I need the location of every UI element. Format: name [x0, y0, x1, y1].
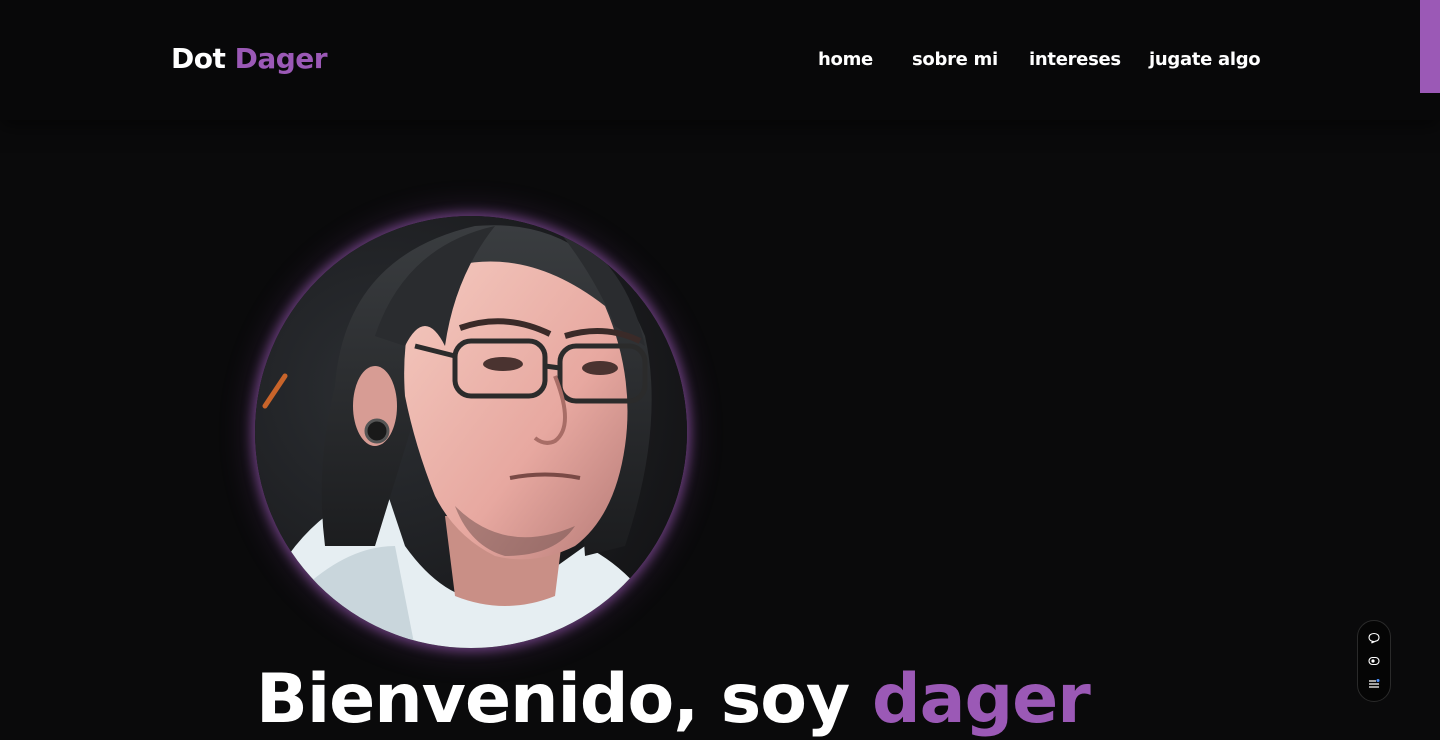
nav-home[interactable]: home: [818, 48, 873, 72]
nav-sobre-mi[interactable]: sobre mi: [912, 48, 998, 72]
eye-icon[interactable]: [1366, 653, 1382, 669]
hero-title-prefix: Bienvenido, soy: [256, 660, 850, 739]
nav-intereses[interactable]: intereses: [1029, 48, 1121, 72]
floating-toolbar: [1357, 620, 1391, 702]
chat-bubble-icon[interactable]: [1366, 630, 1382, 646]
nav-jugate-algo[interactable]: jugate algo: [1149, 48, 1261, 72]
avatar-illustration: [255, 216, 687, 648]
menu-icon[interactable]: [1366, 676, 1382, 692]
profile-avatar: [255, 216, 687, 648]
corner-accent-tab[interactable]: [1420, 0, 1440, 93]
site-header: Dot Dager home sobre mi intereses jugate…: [0, 0, 1440, 120]
logo-first-word: Dot: [171, 42, 226, 75]
site-logo[interactable]: Dot Dager: [171, 42, 328, 76]
logo-second-word: Dager: [234, 42, 328, 75]
hero-title-accent: dager: [871, 660, 1091, 739]
hero-title: Bienvenido, soy dager: [256, 660, 1091, 740]
